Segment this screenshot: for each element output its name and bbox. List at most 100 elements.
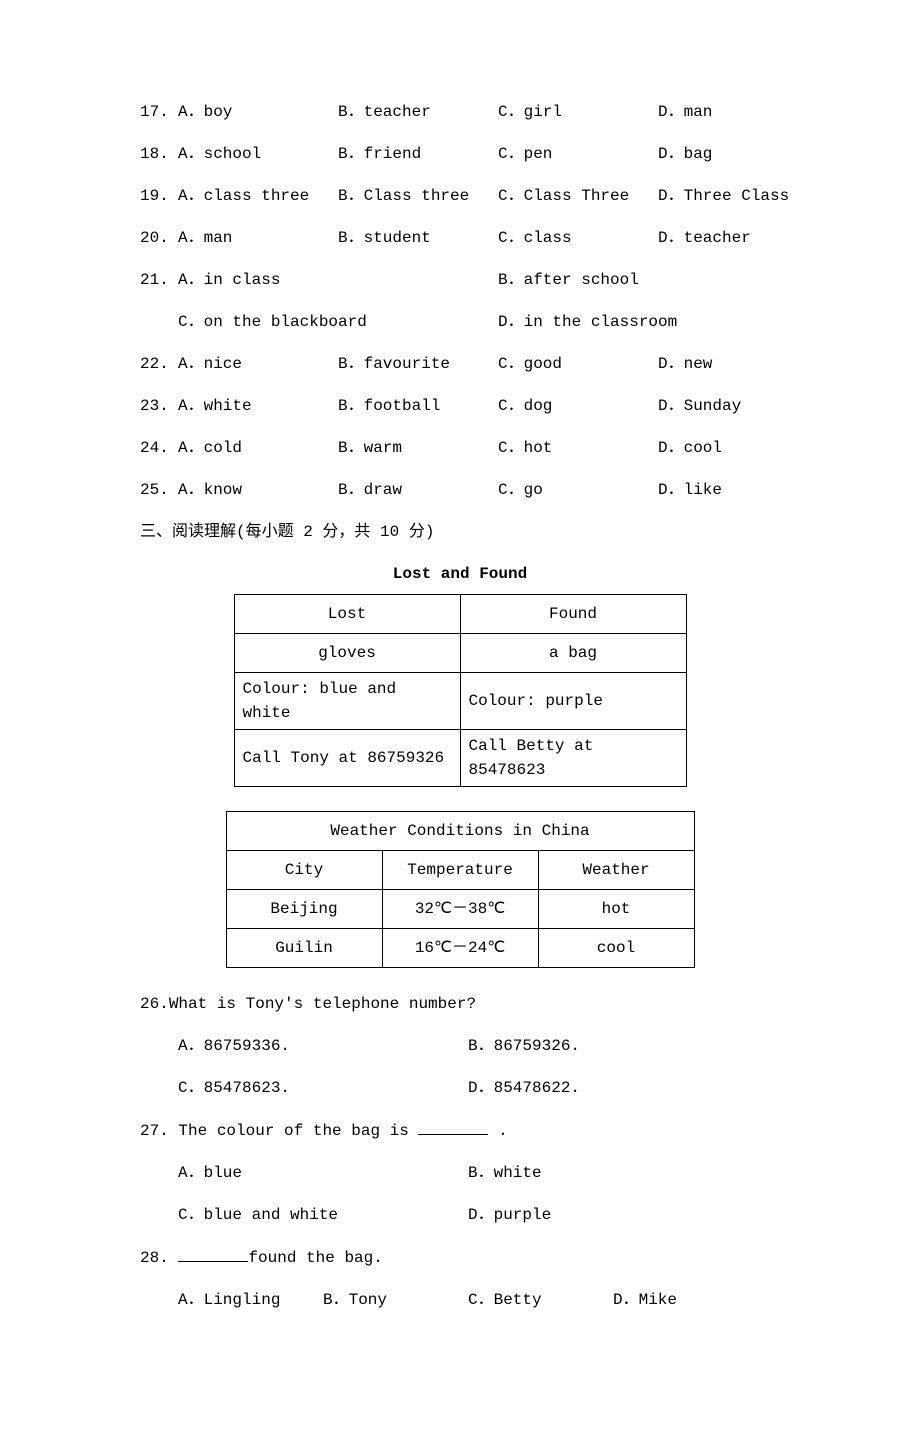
weather-table: Weather Conditions in China City Tempera… [226,811,695,968]
option-d: D．cool [658,436,818,460]
table-row: City Temperature Weather [226,851,694,890]
option-b: B．86759326. [468,1034,758,1058]
option-d: D．new [658,352,818,376]
q26-options-row2: C．85478623. D．85478622. [178,1076,780,1100]
option-c: C．Betty [468,1288,613,1312]
option-c: C．blue and white [178,1203,468,1227]
table-row: Lost Found [234,595,686,634]
option-a: A．cold [178,436,338,460]
option-d: D．in the classroom [498,310,818,334]
wc-weather: hot [538,890,694,929]
fill-blank [178,1245,248,1262]
q27-options-row2: C．blue and white D．purple [178,1203,780,1227]
wc-weather-header: Weather [538,851,694,890]
wc-city: Beijing [226,890,382,929]
lost-item: gloves [234,634,460,673]
option-c: C．dog [498,394,658,418]
stem-text: What is Tony's telephone number? [169,995,476,1013]
option-b: B．favourite [338,352,498,376]
q17-row: 17. A．boy B．teacher C．girl D．man [140,100,780,124]
question-number: 24. [140,436,178,460]
question-number: 26. [140,995,169,1013]
table-row: Colour: blue and white Colour: purple [234,673,686,730]
q20-row: 20. A．man B．student C．class D．teacher [140,226,780,250]
lost-found-title: Lost and Found [140,562,780,586]
wc-temp: 16℃－24℃ [382,929,538,968]
wc-city: Guilin [226,929,382,968]
section-3-header: 三、阅读理解(每小题 2 分，共 10 分) [140,520,780,544]
question-number: 27. [140,1122,169,1140]
table-row: Weather Conditions in China [226,812,694,851]
q21-row-2: C．on the blackboard D．in the classroom [178,310,780,334]
option-b: B．white [468,1161,758,1185]
found-item: a bag [460,634,686,673]
wc-weather: cool [538,929,694,968]
q21-row-1: 21. A．in class B．after school [140,268,780,292]
option-a: A．nice [178,352,338,376]
option-a: A．86759336. [178,1034,468,1058]
option-a: A．school [178,142,338,166]
q19-row: 19. A．class three B．Class three C．Class … [140,184,780,208]
option-d: D．85478622. [468,1076,758,1100]
question-number: 19. [140,184,178,208]
question-number: 20. [140,226,178,250]
lost-found-table: Lost Found gloves a bag Colour: blue and… [234,594,687,787]
question-number: 23. [140,394,178,418]
found-call: Call Betty at 85478623 [460,730,686,787]
option-c: C．pen [498,142,658,166]
stem-post: . [488,1122,507,1140]
question-number: 25. [140,478,178,502]
table-row: gloves a bag [234,634,686,673]
question-number: 21. [140,268,178,292]
question-number: 17. [140,100,178,124]
option-b: B．teacher [338,100,498,124]
option-d: D．teacher [658,226,818,250]
q22-row: 22. A．nice B．favourite C．good D．new [140,352,780,376]
option-a: A．in class [178,268,498,292]
option-d: D．man [658,100,818,124]
lost-color: Colour: blue and white [234,673,460,730]
question-number: 18. [140,142,178,166]
q23-row: 23. A．white B．football C．dog D．Sunday [140,394,780,418]
option-c: C．85478623. [178,1076,468,1100]
option-c: C．hot [498,436,658,460]
table-row: Call Tony at 86759326 Call Betty at 8547… [234,730,686,787]
q27-stem: 27. The colour of the bag is . [140,1118,780,1143]
option-a: A．boy [178,100,338,124]
option-d: D．purple [468,1203,758,1227]
option-a: A．know [178,478,338,502]
option-b: B．Tony [323,1288,468,1312]
option-d: D．Three Class [658,184,818,208]
stem-post: found the bag. [248,1249,382,1267]
question-number: 22. [140,352,178,376]
table-row: Guilin 16℃－24℃ cool [226,929,694,968]
fill-blank [418,1118,488,1135]
q18-row: 18. A．school B．friend C．pen D．bag [140,142,780,166]
found-color: Colour: purple [460,673,686,730]
option-b: B．after school [498,268,818,292]
option-a: A．blue [178,1161,468,1185]
option-b: B．warm [338,436,498,460]
option-a: A．Lingling [178,1288,323,1312]
wc-city-header: City [226,851,382,890]
weather-title: Weather Conditions in China [226,812,694,851]
q27-options-row1: A．blue B．white [178,1161,780,1185]
option-b: B．student [338,226,498,250]
option-b: B．Class three [338,184,498,208]
option-c: C．girl [498,100,658,124]
q26-options-row1: A．86759336. B．86759326. [178,1034,780,1058]
option-c: C．Class Three [498,184,658,208]
q25-row: 25. A．know B．draw C．go D．like [140,478,780,502]
option-d: D．like [658,478,818,502]
question-number: 28. [140,1249,169,1267]
option-b: B．friend [338,142,498,166]
wc-temp: 32℃－38℃ [382,890,538,929]
option-d: D．Sunday [658,394,818,418]
q28-stem: 28. found the bag. [140,1245,780,1270]
option-c: C．class [498,226,658,250]
found-header: Found [460,595,686,634]
option-c: C．go [498,478,658,502]
option-a: A．white [178,394,338,418]
lost-header: Lost [234,595,460,634]
option-a: A．class three [178,184,338,208]
